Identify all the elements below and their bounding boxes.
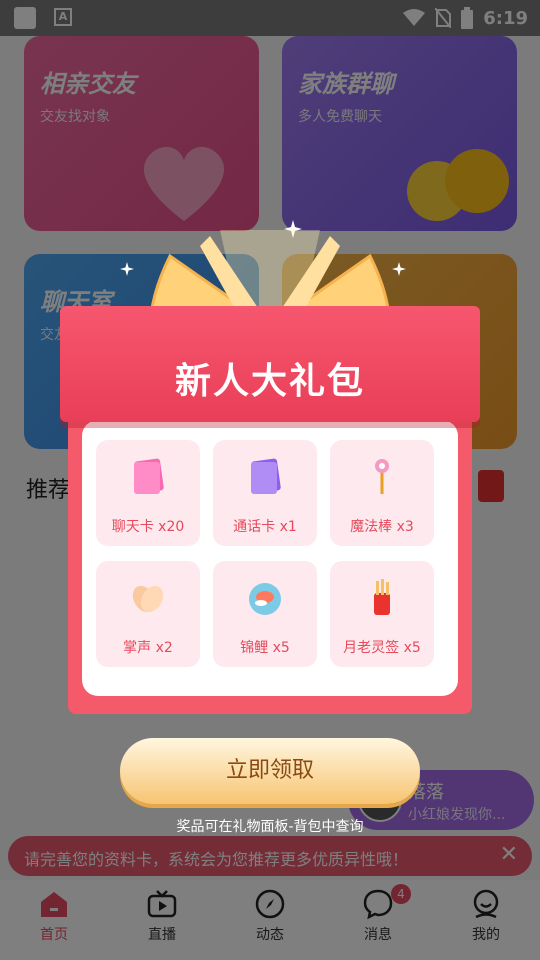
claim-button-label: 立即领取 bbox=[225, 758, 314, 783]
call-card-icon bbox=[251, 458, 281, 494]
claim-note: 奖品可在礼物面板-背包中查询 bbox=[176, 819, 364, 835]
prize-label: 魔法棒 x3 bbox=[350, 519, 414, 535]
prize-label: 月老灵签 x5 bbox=[343, 640, 421, 656]
prize-item: 通话卡 x1 bbox=[213, 440, 317, 546]
prize-label: 锦鲤 x5 bbox=[240, 640, 290, 656]
koi-icon bbox=[249, 583, 281, 615]
prize-label: 掌声 x2 bbox=[123, 640, 173, 656]
modal-title: 新人大礼包 bbox=[174, 361, 365, 402]
prize-label: 通话卡 x1 bbox=[233, 519, 297, 535]
prize-item: 魔法棒 x3 bbox=[330, 440, 434, 546]
prize-label: 聊天卡 x20 bbox=[111, 519, 185, 535]
prize-item: 锦鲤 x5 bbox=[213, 561, 317, 667]
chat-card-icon bbox=[134, 458, 164, 494]
prize-item: 月老灵签 x5 bbox=[330, 561, 434, 667]
prize-item: 聊天卡 x20 bbox=[96, 440, 200, 546]
prize-item: 掌声 x2 bbox=[96, 561, 200, 667]
claim-button[interactable]: 立即领取 bbox=[120, 738, 420, 804]
applause-icon bbox=[132, 585, 164, 613]
fortune-stick-icon bbox=[374, 579, 390, 615]
magic-wand-icon bbox=[375, 459, 389, 494]
